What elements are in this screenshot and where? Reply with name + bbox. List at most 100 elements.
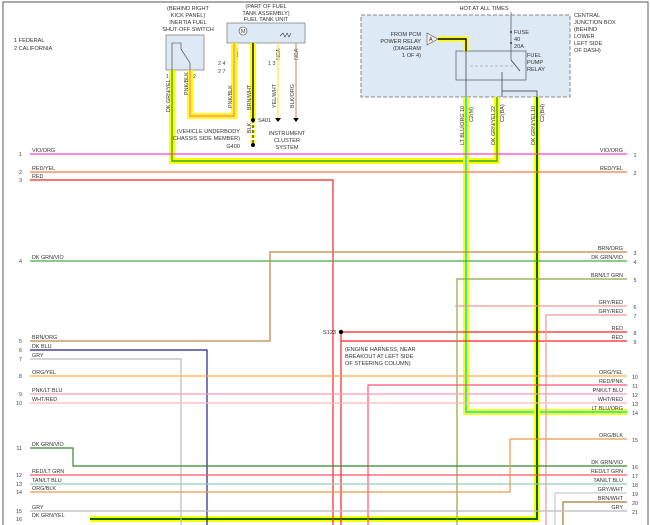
left-wire-number: 2: [19, 170, 22, 176]
tank-label: (PART OF FUEL: [245, 4, 286, 10]
pin-number: 2: [193, 74, 196, 80]
left-wire-label: RED: [32, 174, 43, 180]
cluster-arrow-icon: [275, 118, 281, 122]
cluster-label: CLUSTER: [274, 138, 300, 144]
right-wire-label: GRY: [611, 505, 623, 511]
right-wire-label: VIO/ORG: [600, 148, 623, 154]
pcm-label: (DIAGRAM: [393, 46, 421, 52]
splice-s401: [251, 118, 255, 122]
right-wire-number: 10: [632, 375, 638, 381]
s123-note: OF STEERING COLUMN): [345, 361, 411, 367]
g400-label: G400: [226, 144, 240, 150]
right-wire-label: BRN/WHT: [598, 496, 624, 502]
right-wire-number: 8: [634, 331, 637, 337]
fuse-label: FUSE: [514, 30, 529, 36]
left-wire-number: 10: [16, 401, 22, 407]
connector-label: C2(BH): [540, 104, 546, 122]
left-wire-label: ORG/YEL: [32, 370, 56, 376]
right-wire-label: RED: [612, 335, 623, 341]
pin-number: 10: [460, 106, 466, 112]
pin-number: 22: [491, 106, 497, 112]
left-wire-number: 15: [16, 509, 22, 515]
right-wire-number: 9: [634, 340, 637, 346]
pin-number: 10: [531, 106, 537, 112]
left-wire-label: DK BLU: [32, 344, 52, 350]
right-wire-label: ORG/YEL: [599, 370, 623, 376]
pin-number: 1: [166, 74, 169, 80]
left-wire-label: DK GRN/YEL: [32, 513, 65, 519]
tank-label: FUEL TANK UNIT: [244, 17, 289, 23]
legend-california: 2 CALIFORNIA: [14, 46, 53, 52]
pin-numbers-cluster: 1 3: [268, 61, 276, 67]
legend-federal: 1 FEDERAL: [14, 38, 44, 44]
right-wire-number: 1: [634, 153, 637, 159]
nca-label: NCA: [294, 48, 300, 60]
left-wire-label: TAN/LT BLU: [32, 478, 62, 484]
right-wire-label: GRY/WHT: [598, 487, 624, 493]
switch-label: SHUT-OFF SWITCH: [162, 27, 214, 33]
legend: 1 FEDERAL 2 CALIFORNIA: [14, 38, 53, 52]
pcm-label: POWER RELAY: [380, 39, 421, 45]
right-wire-label: DK GRN/VIO: [591, 255, 623, 261]
right-wire-number: 15: [632, 438, 638, 444]
fuse-rating: 20A: [514, 44, 524, 50]
wire-label: BLK: [247, 122, 253, 133]
left-wire-label: PNK/LT BLU: [32, 388, 62, 394]
right-wire-label: DK GRN/VIO: [591, 460, 623, 466]
right-wire-label: RED/LT GRN: [591, 469, 623, 475]
s123-note: BREAKOUT AT LEFT SIDE: [345, 354, 414, 360]
pcm-ref: A: [429, 37, 433, 43]
right-wire-number: 20: [632, 501, 638, 507]
right-wire-number: 3: [634, 251, 637, 257]
right-wire-label: GRY/RED: [599, 300, 624, 306]
wire-label: BLK/ORG: [290, 84, 296, 108]
jb-label: (BEHIND: [574, 27, 597, 33]
ground-note: (VEHICLE UNDERBODY: [177, 129, 240, 135]
jb-label: LOWER: [574, 34, 595, 40]
left-wire-label: RED/YEL: [32, 166, 55, 172]
switch-label: INERTIA FUEL: [169, 20, 207, 26]
left-wire-label: VIO/ORG: [32, 148, 55, 154]
left-wire-label: DK GRN/VIO: [32, 255, 64, 261]
left-wire-label: RED/LT GRN: [32, 469, 64, 475]
left-wire-number: 14: [16, 490, 22, 496]
right-wire-number: 17: [632, 474, 638, 480]
left-wire-number: 3: [19, 178, 22, 184]
left-wire-number: 6: [19, 348, 22, 354]
switch-label: KICK PANEL): [171, 13, 206, 19]
left-wire-number: 16: [16, 517, 22, 523]
wire-label: PNK/BLK: [184, 72, 190, 95]
left-wire-labels: 1 VIO/ORG 2 RED/YEL 3 RED 4 DK GRN/VIO 5 BRN/ORG 6…: [16, 148, 65, 523]
cluster-arrow-icon: [293, 118, 299, 122]
right-wire-number: 12: [632, 393, 638, 399]
right-wire-number: 7: [634, 314, 637, 320]
inertia-fuel-shutoff-switch: (BEHIND RIGHT KICK PANEL) INERTIA FUEL S…: [162, 6, 214, 80]
right-wire-number: 4: [634, 260, 637, 266]
wire-label: DK GRN/YEL: [166, 79, 172, 112]
right-wire-label: RED/YEL: [600, 166, 623, 172]
splice-s123: [338, 329, 344, 335]
right-wire-number: 13: [632, 402, 638, 408]
connector-label: C2(BA): [500, 104, 506, 122]
right-wire-number: 14: [632, 411, 638, 417]
left-wire-number: 5: [19, 339, 22, 345]
left-wire-label: WHT/RED: [32, 397, 57, 403]
right-wire-label: RED: [612, 326, 623, 332]
hot-at-all-times-label: HOT AT ALL TIMES: [459, 6, 508, 12]
right-wire-number: 5: [634, 278, 637, 284]
cluster-label: SYSTEM: [275, 145, 298, 151]
right-wire-number: 16: [632, 465, 638, 471]
diagram-canvas: 1 FEDERAL 2 CALIFORNIA HOT AT ALL TIMES …: [2, 1, 649, 525]
right-wire-label: BRN/ORG: [598, 246, 623, 252]
wire-label: YEL/WHT: [272, 83, 278, 108]
cluster-label: INSTRUMENT: [269, 131, 306, 137]
nca-label: NCA: [276, 48, 282, 60]
left-wire-number: 11: [16, 446, 22, 452]
wire-label: PNK/BLK: [228, 85, 234, 108]
right-wire-label: WHT/RED: [598, 397, 623, 403]
fuse-number: 40: [514, 37, 520, 43]
right-wire-label: LT BLU/ORG: [591, 406, 623, 412]
relay-label: FUEL: [527, 53, 541, 59]
right-wire-label: PNK/LT BLU: [593, 388, 623, 394]
right-wire-label: GRY/RED: [599, 309, 624, 315]
